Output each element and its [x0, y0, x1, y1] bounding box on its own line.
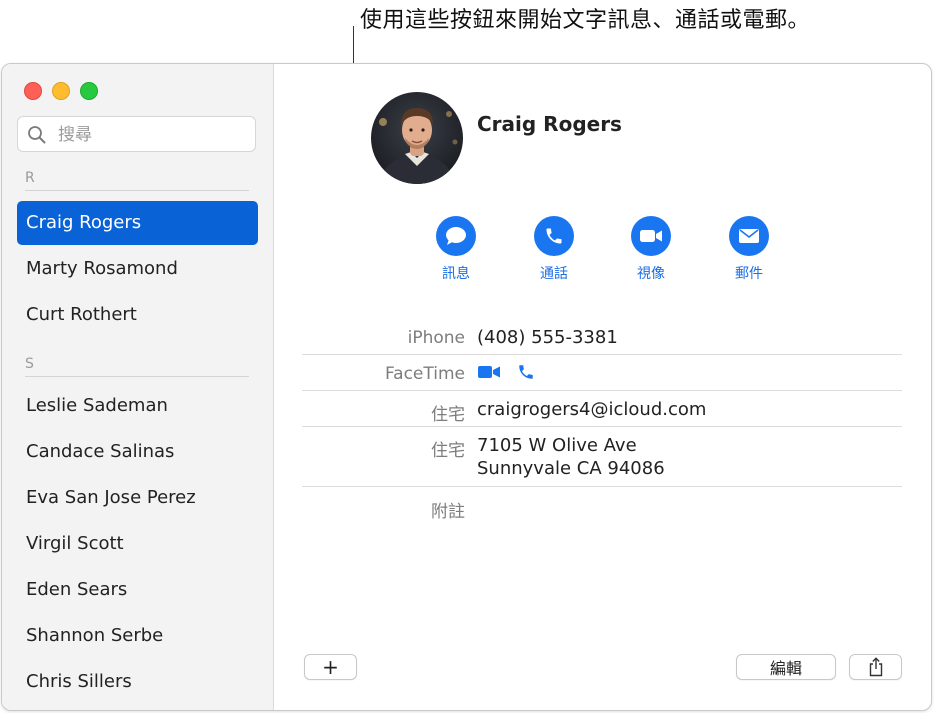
avatar: [371, 92, 463, 184]
edit-button[interactable]: 編輯: [736, 654, 836, 680]
field-divider: [302, 354, 902, 355]
share-button[interactable]: [849, 654, 902, 680]
add-contact-button[interactable]: +: [304, 654, 357, 680]
address-line2[interactable]: Sunnyvale CA 94086: [477, 458, 665, 479]
sidebar: R Craig Rogers Marty Rosamond Curt Rothe…: [2, 64, 274, 710]
section-header-s: S: [25, 356, 34, 372]
contact-item-eva-san-jose-perez[interactable]: Eva San Jose Perez: [17, 476, 258, 520]
search-field[interactable]: [17, 116, 256, 153]
contact-item-leslie-sademan[interactable]: Leslie Sademan: [17, 384, 258, 428]
contact-item-candace-salinas[interactable]: Candace Salinas: [17, 430, 258, 474]
email-label: 住宅: [431, 405, 465, 425]
contacts-window: R Craig Rogers Marty Rosamond Curt Rothe…: [1, 63, 932, 711]
contact-item-shannon-serbe[interactable]: Shannon Serbe: [17, 614, 258, 658]
search-icon: [28, 126, 46, 144]
contact-detail-pane: Craig Rogers 訊息 通話 視像 郵件 iPhone (408) 55…: [274, 64, 931, 710]
contact-name: Craig Rogers: [477, 112, 622, 136]
section-divider: [25, 190, 249, 191]
envelope-icon: [739, 229, 759, 243]
phone-icon: [546, 228, 562, 244]
iphone-value[interactable]: (408) 555-3381: [477, 327, 618, 348]
close-window-button[interactable]: [24, 82, 42, 100]
video-action-label: 視像: [637, 266, 665, 282]
share-icon: [869, 657, 882, 677]
address-line1[interactable]: 7105 W Olive Ave: [477, 435, 637, 456]
iphone-label: iPhone: [407, 328, 465, 348]
notes-label: 附註: [431, 502, 465, 522]
phone-icon: [519, 365, 533, 379]
message-action-label: 訊息: [442, 266, 470, 282]
address-label: 住宅: [431, 441, 465, 461]
mail-action-button[interactable]: 郵件: [719, 216, 779, 283]
field-divider: [302, 426, 902, 427]
contact-item-virgil-scott[interactable]: Virgil Scott: [17, 522, 258, 566]
minimize-window-button[interactable]: [52, 82, 70, 100]
call-action-button[interactable]: 通話: [524, 216, 584, 283]
callout-text: 使用這些按鈕來開始文字訊息、通話或電郵。: [360, 8, 811, 33]
section-divider: [25, 376, 249, 377]
email-value[interactable]: craigrogers4@icloud.com: [477, 399, 706, 420]
zoom-window-button[interactable]: [80, 82, 98, 100]
contact-item-eden-sears[interactable]: Eden Sears: [17, 568, 258, 612]
section-header-r: R: [25, 170, 35, 186]
search-input[interactable]: [56, 117, 250, 153]
video-camera-icon: [478, 366, 500, 378]
contact-item-marty-rosamond[interactable]: Marty Rosamond: [17, 247, 258, 291]
facetime-video-button[interactable]: [477, 364, 501, 382]
facetime-audio-button[interactable]: [517, 363, 537, 383]
message-action-button[interactable]: 訊息: [426, 216, 486, 283]
facetime-label: FaceTime: [384, 364, 465, 384]
contact-item-curt-rothert[interactable]: Curt Rothert: [17, 293, 258, 337]
field-divider: [302, 486, 902, 487]
call-action-label: 通話: [540, 266, 568, 282]
video-action-button[interactable]: 視像: [621, 216, 681, 283]
message-bubble-icon: [446, 227, 466, 245]
contact-item-craig-rogers[interactable]: Craig Rogers: [17, 201, 258, 245]
mail-action-label: 郵件: [735, 266, 763, 282]
contact-item-chris-sillers[interactable]: Chris Sillers: [17, 660, 258, 704]
video-camera-icon: [640, 230, 662, 242]
field-divider: [302, 390, 902, 391]
